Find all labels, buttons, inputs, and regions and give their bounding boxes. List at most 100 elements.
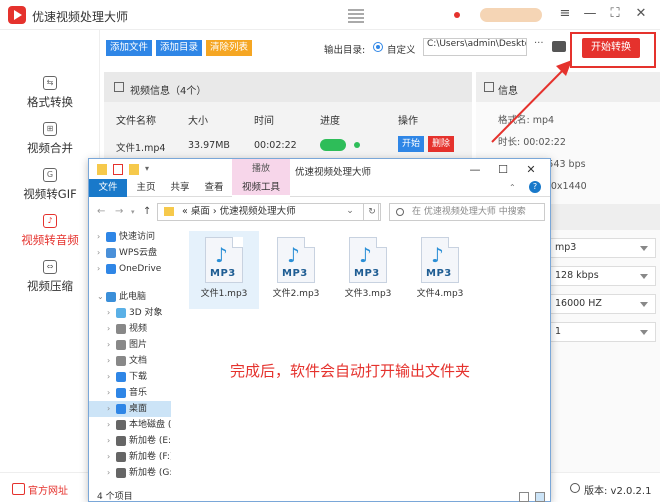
tree-item[interactable]: ⌄ 此电脑 [89, 289, 171, 305]
progress-toggle[interactable] [320, 139, 346, 151]
chevron-right-icon[interactable]: › [107, 465, 110, 481]
music-note-icon: ♪ [215, 243, 228, 267]
details-view-icon[interactable] [519, 492, 529, 502]
row-start-button[interactable]: 开始 [398, 136, 424, 152]
bitrate-select[interactable]: 128 kbps [546, 266, 656, 286]
ribbon-tab-share[interactable]: 共享 [165, 179, 195, 197]
chevron-right-icon[interactable]: › [107, 337, 110, 353]
sidebar-item-compress[interactable]: ⇔ 视频压缩 [0, 260, 100, 300]
tree-item-label: 下载 [129, 372, 148, 382]
custom-radio-label[interactable]: 自定义 [387, 42, 416, 56]
more-button[interactable]: ··· [534, 38, 546, 54]
drive-icon [116, 468, 126, 478]
chevron-right-icon[interactable]: › [107, 353, 110, 369]
tree-item[interactable]: › 文档 [89, 353, 171, 369]
vip-badge[interactable] [480, 8, 542, 22]
file-type-tag: MP3 [354, 268, 380, 279]
clear-list-button[interactable]: 清除列表 [206, 40, 253, 56]
tree-item[interactable]: › 视频 [89, 321, 171, 337]
chevron-right-icon[interactable]: › [97, 261, 100, 277]
custom-radio[interactable] [373, 42, 383, 52]
large-icons-view-icon[interactable] [535, 492, 545, 502]
start-convert-button[interactable]: 开始转换 [582, 38, 640, 58]
chevron-right-icon[interactable]: › [107, 369, 110, 385]
tree-item[interactable]: › 桌面 [89, 401, 171, 417]
ribbon-tab-view[interactable]: 查看 [199, 179, 229, 197]
up-icon[interactable]: ↑ [143, 206, 151, 217]
sidebar-item-merge[interactable]: ⊞ 视频合并 [0, 122, 100, 162]
tree-item[interactable]: › 快速访问 [89, 229, 171, 245]
notification-dot[interactable] [454, 12, 460, 18]
channel-select[interactable]: 1 [546, 322, 656, 342]
tree-item[interactable]: › 新加卷 (F:) [89, 449, 171, 465]
explorer-minimize-icon[interactable]: — [461, 161, 489, 179]
menu-icon[interactable]: ≡ [556, 5, 574, 23]
ribbon-collapse-icon[interactable]: ⌃ [509, 183, 516, 192]
chevron-right-icon[interactable]: ⌄ [97, 289, 104, 305]
file-item[interactable]: ♪ MP3 文件1.mp3 [189, 231, 259, 309]
address-dropdown-icon[interactable]: ⌄ [341, 203, 359, 221]
chevron-right-icon[interactable]: › [107, 433, 110, 449]
properties-icon[interactable] [113, 164, 123, 175]
tree-item[interactable]: › 新加卷 (G:) [89, 465, 171, 481]
ribbon-tab-home[interactable]: 主页 [131, 179, 161, 197]
chevron-right-icon[interactable]: › [107, 321, 110, 337]
music-note-icon: ♪ [431, 243, 444, 267]
official-site-link[interactable]: 官方网址 [12, 482, 68, 497]
minimize-icon[interactable]: — [581, 5, 599, 23]
add-file-button[interactable]: 添加文件 [106, 40, 153, 56]
sidebar-item-audio[interactable]: ♪ 视频转音频 [0, 214, 100, 254]
gif-icon: G [43, 168, 57, 182]
ribbon-tab-video-tools[interactable]: 视频工具 [232, 179, 290, 197]
drive-icon [116, 436, 126, 446]
file-item[interactable]: ♪ MP3 文件3.mp3 [333, 231, 403, 309]
file-item[interactable]: ♪ MP3 文件2.mp3 [261, 231, 331, 309]
chevron-right-icon[interactable]: › [107, 305, 110, 321]
back-icon[interactable]: ← [97, 206, 105, 217]
tree-item-label: 图片 [129, 340, 148, 350]
close-icon[interactable]: ✕ [632, 5, 650, 23]
tree-item[interactable]: › WPS云盘 [89, 245, 171, 261]
file-item[interactable]: ♪ MP3 文件4.mp3 [405, 231, 475, 309]
tree-item[interactable]: › 3D 对象 [89, 305, 171, 321]
sidebar-item-gif[interactable]: G 视频转GIF [0, 168, 100, 208]
explorer-close-icon[interactable]: ✕ [517, 161, 545, 179]
server-icon[interactable] [348, 7, 364, 23]
search-input[interactable]: 在 优速视频处理大师 中搜索 [389, 203, 545, 221]
app-logo-icon [8, 6, 26, 24]
chevron-right-icon[interactable]: › [97, 245, 100, 261]
tree-item[interactable]: › 下载 [89, 369, 171, 385]
chevron-right-icon[interactable]: › [107, 417, 110, 433]
file-name: 文件3.mp3 [344, 289, 392, 299]
tree-item[interactable]: › 音乐 [89, 385, 171, 401]
tree-item[interactable]: › 本地磁盘 (C [89, 417, 171, 433]
row-file-time: 00:02:22 [254, 140, 297, 151]
open-folder-icon[interactable] [552, 41, 566, 52]
samplerate-select[interactable]: 16000 HZ [546, 294, 656, 314]
format-icon: ⇆ [43, 76, 57, 90]
chevron-right-icon[interactable]: › [107, 385, 110, 401]
play-context-tab[interactable]: 播放 [232, 159, 290, 179]
add-directory-button[interactable]: 添加目录 [156, 40, 203, 56]
output-path-input[interactable]: C:\Users\admin\Deskto [423, 38, 527, 56]
forward-icon[interactable]: → [115, 206, 123, 217]
file-name: 文件1.mp3 [200, 289, 248, 299]
chevron-right-icon[interactable]: › [107, 449, 110, 465]
tree-item[interactable]: › OneDrive [89, 261, 171, 277]
sidebar-item-format[interactable]: ⇆ 格式转换 [0, 76, 100, 116]
format-select[interactable]: mp3 [546, 238, 656, 258]
download-icon [116, 372, 126, 382]
chevron-right-icon[interactable]: › [107, 401, 110, 417]
quick-access-dropdown-icon[interactable]: ▾ [145, 164, 155, 175]
tree-item[interactable]: › 图片 [89, 337, 171, 353]
refresh-icon[interactable]: ↻ [363, 203, 381, 221]
fullscreen-icon[interactable]: ⛶ [606, 5, 624, 23]
ribbon-tab-file[interactable]: 文件 [89, 179, 127, 197]
row-delete-button[interactable]: 删除 [428, 136, 454, 152]
tree-item[interactable]: › 新加卷 (E:) [89, 433, 171, 449]
new-folder-icon[interactable] [129, 164, 139, 175]
help-icon[interactable]: ? [529, 181, 541, 193]
explorer-maximize-icon[interactable]: ☐ [489, 161, 517, 179]
chevron-right-icon[interactable]: › [97, 229, 100, 245]
recent-dropdown-icon[interactable]: ▾ [131, 208, 135, 216]
